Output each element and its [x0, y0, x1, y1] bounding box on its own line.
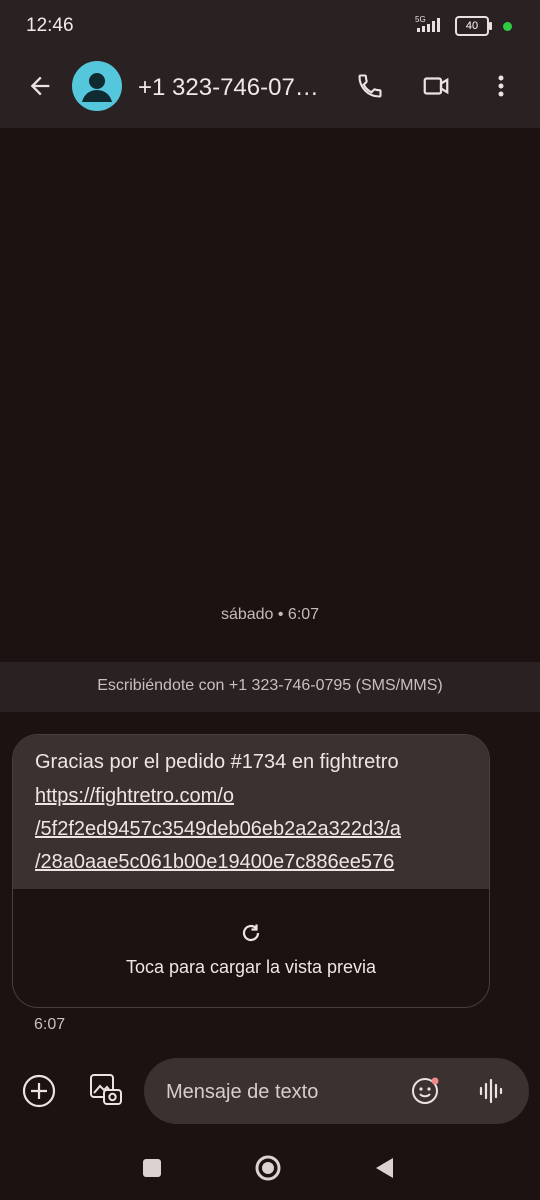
sim-info-banner: Escribiéndote con +1 323-746-0795 (SMS/M…	[0, 662, 540, 712]
privacy-indicator	[503, 21, 512, 31]
home-icon[interactable]	[253, 1153, 283, 1183]
status-icons: 5G 40	[413, 14, 512, 38]
message-link[interactable]: https://fightretro.com/o	[35, 785, 234, 808]
system-nav-bar	[0, 1140, 540, 1200]
recents-icon[interactable]	[140, 1156, 164, 1180]
status-time: 12:46	[26, 15, 74, 36]
contact-title[interactable]: +1 323-746-07…	[138, 74, 319, 102]
back-nav-icon[interactable]	[372, 1155, 396, 1181]
more-vert-icon[interactable]	[486, 68, 516, 104]
emoji-icon[interactable]	[408, 1074, 442, 1108]
message-text: Gracias por el pedido #1734 en fightretr…	[35, 751, 399, 773]
battery-icon: 40	[455, 16, 492, 36]
message-text-area: Gracias por el pedido #1734 en fightretr…	[13, 735, 489, 889]
video-icon[interactable]	[418, 68, 454, 104]
date-separator: sábado • 6:07	[220, 606, 320, 623]
message-link[interactable]: /28a0aae5c061b00e19400e7c886ee576	[35, 851, 394, 874]
message-bubble[interactable]: Gracias por el pedido #1734 en fightretr…	[12, 734, 490, 1008]
message-input[interactable]	[164, 1076, 388, 1108]
signal-icon: 5G	[413, 14, 447, 39]
network-type: 5G	[415, 15, 426, 24]
message-link[interactable]: /5f2f2ed9457c3549deb06eb2a2a322d3/a	[35, 818, 401, 841]
phone-icon[interactable]	[352, 68, 388, 104]
back-arrow-icon[interactable]	[20, 66, 60, 106]
load-preview-button[interactable]: Toca para cargar la vista previa	[13, 957, 489, 978]
gallery-camera-icon[interactable]	[86, 1070, 126, 1110]
refresh-icon[interactable]	[239, 921, 263, 950]
conversation-header: +1 323-746-07…	[0, 52, 540, 128]
add-attachment-icon[interactable]	[20, 1072, 58, 1110]
message-timestamp: 6:07	[34, 1016, 66, 1033]
message-composer	[144, 1058, 529, 1124]
voice-message-icon[interactable]	[474, 1074, 508, 1108]
status-bar: 12:46 5G 40	[0, 0, 540, 52]
battery-level: 40	[465, 20, 479, 32]
avatar-person-icon[interactable]	[72, 61, 122, 111]
sim-info-text: Escribiéndote con +1 323-746-0795 (SMS/M…	[97, 677, 443, 694]
